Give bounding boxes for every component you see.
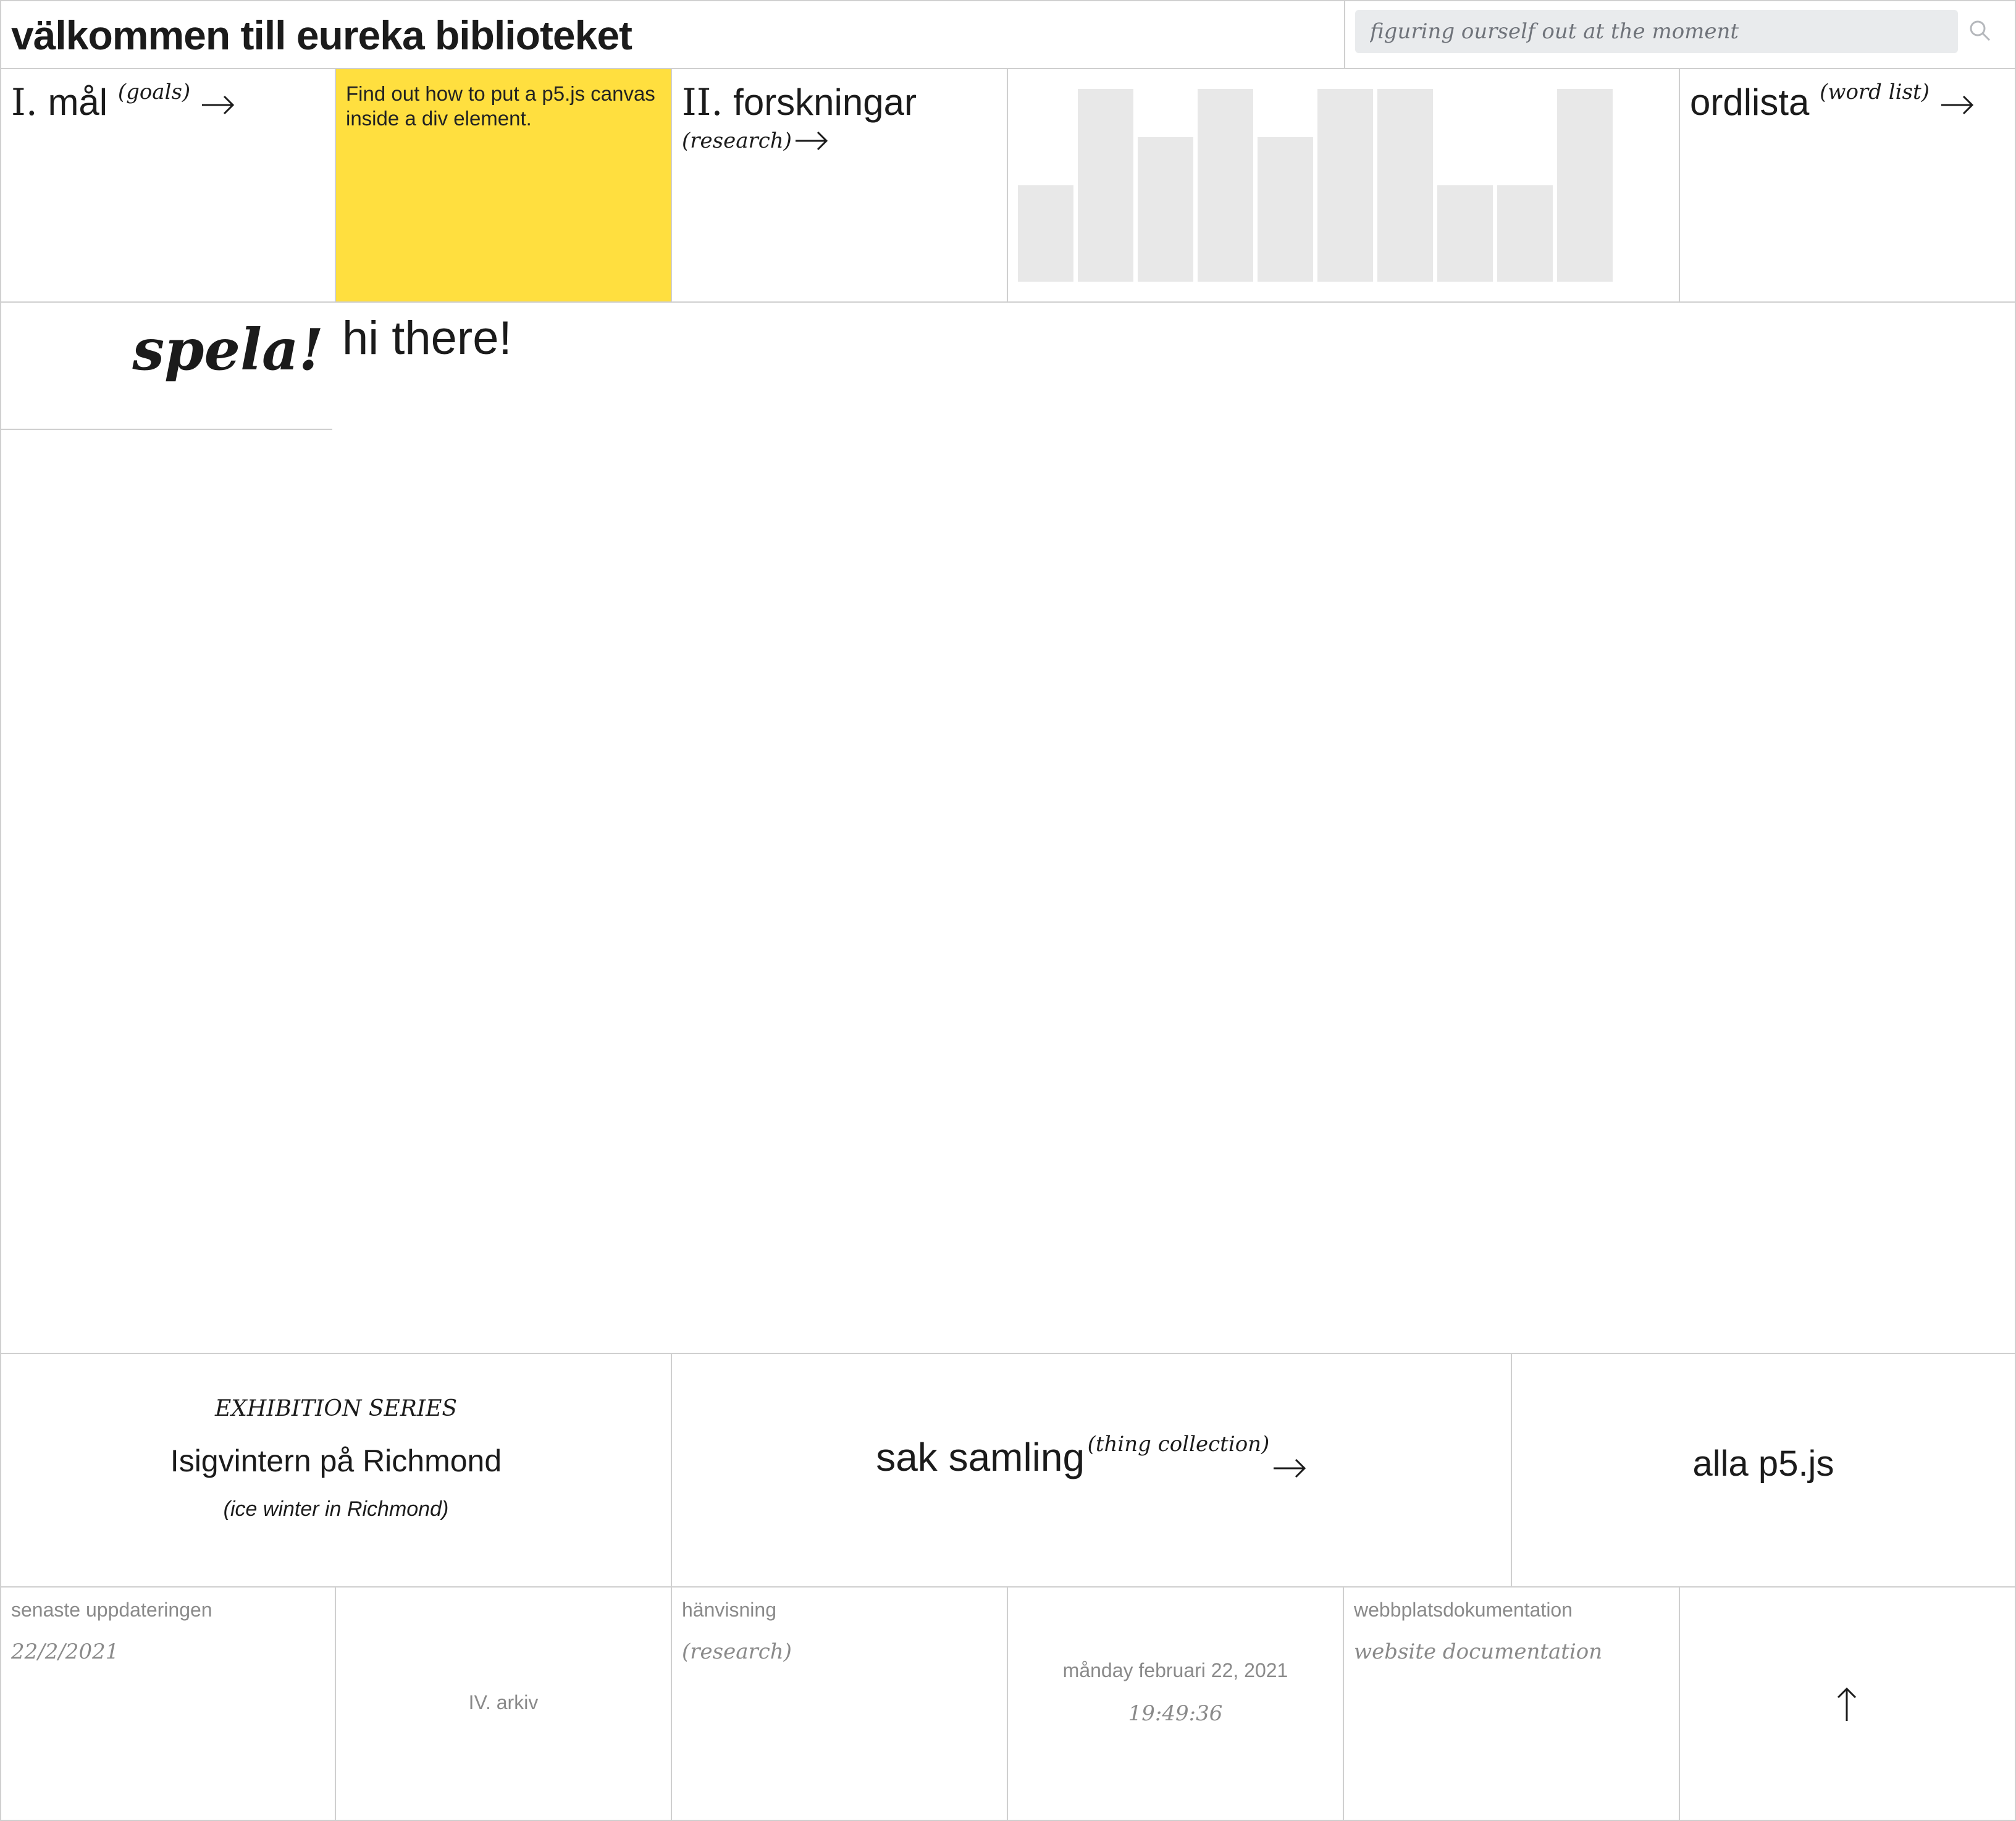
back-to-top-cell[interactable] bbox=[1679, 1586, 2016, 1821]
goals-label: mål bbox=[48, 82, 108, 123]
wordlist-label: ordlista bbox=[1690, 82, 1810, 123]
search-icon[interactable] bbox=[1968, 19, 1993, 43]
clock-cell: månday februari 22, 2021 19:49:36 bbox=[1007, 1586, 1344, 1821]
todo-note-text: Find out how to put a p5.js canvas insid… bbox=[346, 82, 655, 130]
exhibition-kicker: EXHIBITION SERIES bbox=[214, 1396, 458, 1421]
bar-visualization bbox=[1018, 89, 1623, 282]
last-update-cell: senaste uppdateringen 22/2/2021 bbox=[0, 1586, 336, 1821]
bar bbox=[1018, 185, 1073, 282]
wordlist-cell[interactable]: ordlista (word list) bbox=[1679, 68, 2016, 303]
bar bbox=[1317, 89, 1373, 282]
play-title-cell: spela! bbox=[0, 303, 332, 430]
reference-label: hänvisning bbox=[682, 1599, 776, 1621]
all-p5-cell[interactable]: alla p5.js bbox=[1511, 1353, 2016, 1588]
bars-cell bbox=[1007, 68, 1680, 303]
greeting-text: hi there! bbox=[342, 312, 512, 364]
play-title[interactable]: spela! bbox=[132, 316, 324, 383]
page-title: välkommen till eureka biblioteket bbox=[11, 12, 632, 58]
all-p5-link[interactable]: alla p5.js bbox=[1512, 1443, 2015, 1484]
play-area bbox=[0, 301, 2016, 1354]
arrow-right-icon bbox=[1273, 1458, 1306, 1478]
last-update-date: 22/2/2021 bbox=[11, 1639, 119, 1664]
exhibition-cell[interactable]: EXHIBITION SERIES Isigvintern på Richmon… bbox=[0, 1353, 672, 1588]
goals-link[interactable]: I. mål (goals) bbox=[11, 81, 235, 124]
search-input[interactable] bbox=[1370, 10, 1944, 53]
bar bbox=[1377, 89, 1433, 282]
docs-sub: website documentation bbox=[1354, 1639, 1603, 1664]
collection-sub: (thing collection) bbox=[1087, 1432, 1270, 1457]
wordlist-sub: (word list) bbox=[1820, 80, 1930, 104]
todo-note: Find out how to put a p5.js canvas insid… bbox=[335, 68, 672, 303]
research-label: forskningar bbox=[733, 82, 917, 123]
goals-cell[interactable]: I. mål (goals) bbox=[0, 68, 336, 303]
arrow-up-icon[interactable] bbox=[1833, 1686, 1860, 1723]
goals-sub: (goals) bbox=[117, 80, 191, 104]
header-title-cell: välkommen till eureka biblioteket bbox=[0, 0, 1345, 69]
bar bbox=[1198, 89, 1253, 282]
arrow-right-icon bbox=[796, 131, 828, 151]
archive-cell[interactable]: IV. arkiv bbox=[335, 1586, 672, 1821]
research-sub: (research) bbox=[682, 128, 792, 153]
collection-link[interactable]: sak samling (thing collection) bbox=[672, 1432, 1511, 1481]
research-cell[interactable]: II. forskningar (research) bbox=[671, 68, 1008, 303]
docs-cell[interactable]: webbplatsdokumentation website documenta… bbox=[1343, 1586, 1680, 1821]
bar bbox=[1437, 185, 1493, 282]
reference-sub: (research) bbox=[682, 1639, 792, 1664]
bar bbox=[1078, 89, 1133, 282]
wordlist-link[interactable]: ordlista (word list) bbox=[1690, 82, 1975, 123]
research-link[interactable]: II. forskningar bbox=[682, 81, 917, 124]
research-roman: II. bbox=[682, 81, 723, 124]
goals-roman: I. bbox=[11, 81, 38, 124]
clock-time: 19:49:36 bbox=[1128, 1701, 1223, 1726]
bar bbox=[1557, 89, 1613, 282]
bar bbox=[1258, 137, 1313, 282]
last-update-label: senaste uppdateringen bbox=[11, 1599, 212, 1621]
reference-cell[interactable]: hänvisning (research) bbox=[671, 1586, 1008, 1821]
exhibition-title: Isigvintern på Richmond bbox=[170, 1444, 502, 1478]
collection-cell[interactable]: sak samling (thing collection) bbox=[671, 1353, 1512, 1588]
docs-label: webbplatsdokumentation bbox=[1354, 1599, 1573, 1621]
exhibition-subtitle: (ice winter in Richmond) bbox=[223, 1497, 449, 1521]
bar bbox=[1138, 137, 1193, 282]
research-sub-row: (research) bbox=[682, 128, 829, 153]
collection-label: sak samling bbox=[876, 1435, 1085, 1479]
bar bbox=[1497, 185, 1553, 282]
arrow-right-icon bbox=[1941, 96, 1973, 115]
clock-date: månday februari 22, 2021 bbox=[1062, 1659, 1288, 1681]
search-box bbox=[1355, 10, 1958, 53]
arrow-right-icon bbox=[201, 96, 234, 115]
archive-link[interactable]: IV. arkiv bbox=[336, 1691, 671, 1714]
